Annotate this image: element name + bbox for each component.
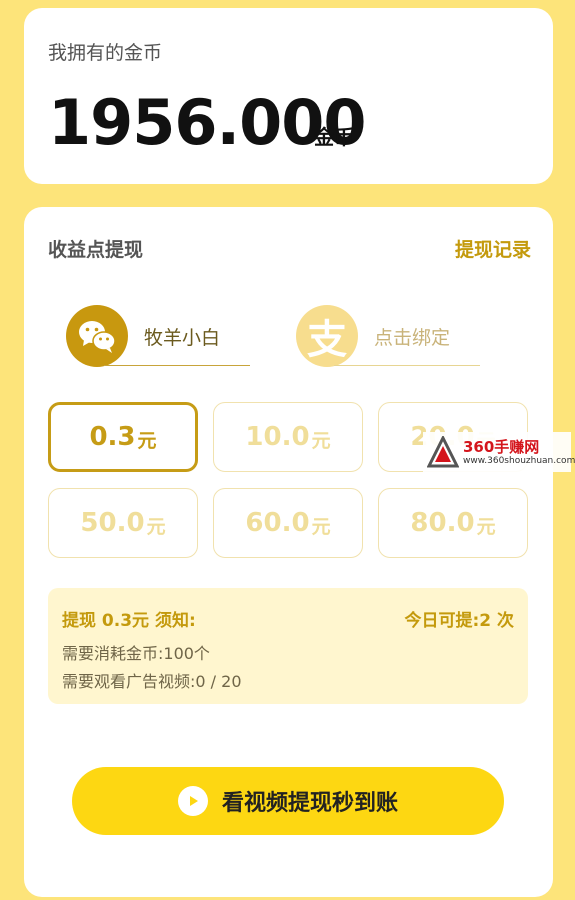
amount-option-50[interactable]: 50.0 元	[48, 488, 198, 558]
amount-unit: 元	[311, 429, 331, 452]
withdraw-card: 收益点提现 提现记录 牧羊小白 支 点击绑定 0.3元 10.0元 2	[24, 207, 553, 897]
account-alipay[interactable]: 支 点击绑定	[296, 305, 480, 367]
amount-option-10[interactable]: 10.0 元	[213, 402, 363, 472]
coin-balance-title: 我拥有的金币	[48, 42, 163, 64]
cta-label: 看视频提现秒到账	[221, 791, 398, 816]
notice-title: 提现 0.3元 须知:	[62, 611, 196, 631]
withdraw-notice: 提现 0.3元 须知: 今日可提:2 次 需要消耗金币:100个 需要观看广告视…	[48, 588, 528, 704]
coin-balance-unit: 金币	[314, 125, 354, 149]
withdraw-records-link[interactable]: 提现记录	[455, 235, 531, 262]
watermark: 360手赚网 www.360shouzhuan.com	[423, 432, 575, 472]
notice-today-count: 今日可提:2 次	[404, 611, 514, 631]
notice-video-progress: 需要观看广告视频:0 / 20	[62, 672, 242, 691]
amount-option-80[interactable]: 80.0 元	[378, 488, 528, 558]
wechat-underline	[104, 365, 250, 366]
amount-option-60[interactable]: 60.0 元	[213, 488, 363, 558]
amount-value: 80.0	[410, 508, 475, 538]
amount-value: 10.0	[245, 422, 310, 452]
account-wechat[interactable]: 牧羊小白	[66, 305, 250, 367]
wechat-icon	[66, 305, 128, 367]
alipay-icon: 支	[296, 305, 358, 367]
amount-unit: 元	[311, 515, 331, 538]
amount-value: 60.0	[245, 508, 310, 538]
amount-unit: 元	[476, 515, 496, 538]
amount-value: 50.0	[80, 508, 145, 538]
watermark-url: www.360shouzhuan.com	[463, 456, 575, 466]
alipay-underline	[334, 365, 480, 366]
wechat-account-name: 牧羊小白	[144, 327, 221, 349]
coin-balance-card: 我拥有的金币 1956.000 金币	[24, 8, 553, 184]
withdraw-title: 收益点提现	[48, 239, 144, 261]
alipay-bind-label: 点击绑定	[374, 327, 451, 349]
watermark-logo-icon	[427, 436, 459, 468]
notice-coin-cost: 需要消耗金币:100个	[62, 644, 210, 663]
watch-video-withdraw-button[interactable]: 看视频提现秒到账	[72, 767, 504, 835]
amount-option-0-3[interactable]: 0.3 元	[48, 402, 198, 472]
amount-unit: 元	[146, 515, 166, 538]
play-icon	[177, 786, 208, 816]
amount-unit: 元	[137, 429, 157, 452]
amount-value: 0.3	[89, 422, 136, 452]
watermark-brand: 360手赚网	[463, 438, 540, 456]
